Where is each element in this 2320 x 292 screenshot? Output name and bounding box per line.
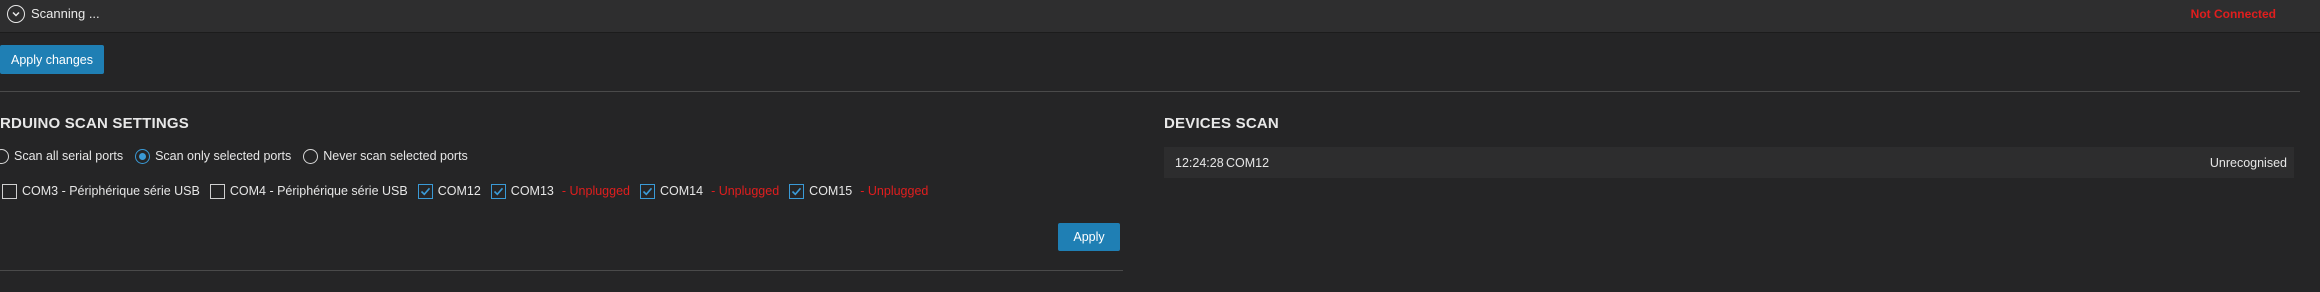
divider [0, 91, 2300, 92]
port-label: COM13 [510, 184, 554, 198]
radio-label: Scan only selected ports [155, 149, 292, 163]
arduino-scan-settings-title: RDUINO SCAN SETTINGS [0, 115, 190, 132]
unplugged-status: - Unplugged [860, 184, 929, 198]
list-item[interactable]: 12:24:28 COM12 Unrecognised [1164, 147, 2294, 178]
port-checkbox-com4[interactable]: COM4 - Périphérique série USB [209, 183, 408, 199]
device-port: COM12 [1226, 155, 1270, 170]
radio-never-scan-selected[interactable]: Never scan selected ports [303, 148, 468, 164]
port-label: COM3 - Périphérique série USB [22, 184, 200, 198]
radio-scan-all[interactable]: Scan all serial ports [0, 148, 124, 164]
checkbox[interactable] [789, 183, 805, 199]
port-checkbox-com13[interactable]: COM13 - Unplugged [490, 183, 630, 199]
device-timestamp: 12:24:28 [1175, 155, 1224, 170]
radio-selected-dot [139, 152, 147, 160]
checkmark-icon [792, 187, 802, 195]
checkmark-icon [420, 187, 430, 195]
checkbox[interactable] [2, 183, 17, 199]
port-checkbox-com14[interactable]: COM14 - Unplugged [639, 183, 780, 199]
checkbox[interactable] [490, 183, 506, 199]
scan-status-label: Scanning ... [31, 6, 100, 21]
checkmark-icon [642, 187, 653, 195]
radio-button[interactable] [135, 148, 151, 164]
port-label: COM4 - Périphérique série USB [229, 184, 408, 198]
radio-scan-selected[interactable]: Scan only selected ports [135, 148, 292, 164]
top-status-bar: Scanning ... Not Connected [0, 0, 2320, 33]
devices-scan-title: DEVICES SCAN [1164, 115, 1279, 132]
checkmark-icon [493, 187, 503, 195]
divider [0, 270, 1123, 271]
connection-status: Not Connected [2190, 7, 2276, 21]
unplugged-status: - Unplugged [711, 184, 780, 198]
unplugged-status: - Unplugged [561, 184, 630, 198]
port-checkbox-com15[interactable]: COM15 - Unplugged [789, 183, 929, 199]
apply-button[interactable]: Apply [1058, 223, 1120, 251]
checkbox[interactable] [639, 183, 655, 199]
chevron-down-icon[interactable] [7, 5, 25, 23]
radio-button[interactable] [303, 148, 319, 164]
radio-label: Scan all serial ports [14, 149, 124, 163]
checkbox[interactable] [417, 183, 433, 199]
port-checkbox-com3[interactable]: COM3 - Périphérique série USB [2, 183, 200, 199]
devices-scan-list: 12:24:28 COM12 Unrecognised [1164, 147, 2294, 178]
radio-button[interactable] [0, 148, 9, 164]
device-status: Unrecognised [2209, 155, 2287, 170]
apply-changes-button[interactable]: Apply changes [0, 45, 104, 74]
port-label: COM14 [659, 184, 704, 198]
checkbox[interactable] [209, 183, 225, 199]
port-label: COM12 [437, 184, 481, 198]
port-checkbox-list: COM3 - Périphérique série USB COM4 - Pér… [2, 180, 938, 202]
scan-mode-group: Scan all serial ports Scan only selected… [0, 145, 480, 167]
port-label: COM15 [809, 184, 853, 198]
port-checkbox-com12[interactable]: COM12 [417, 183, 481, 199]
radio-label: Never scan selected ports [323, 149, 468, 163]
